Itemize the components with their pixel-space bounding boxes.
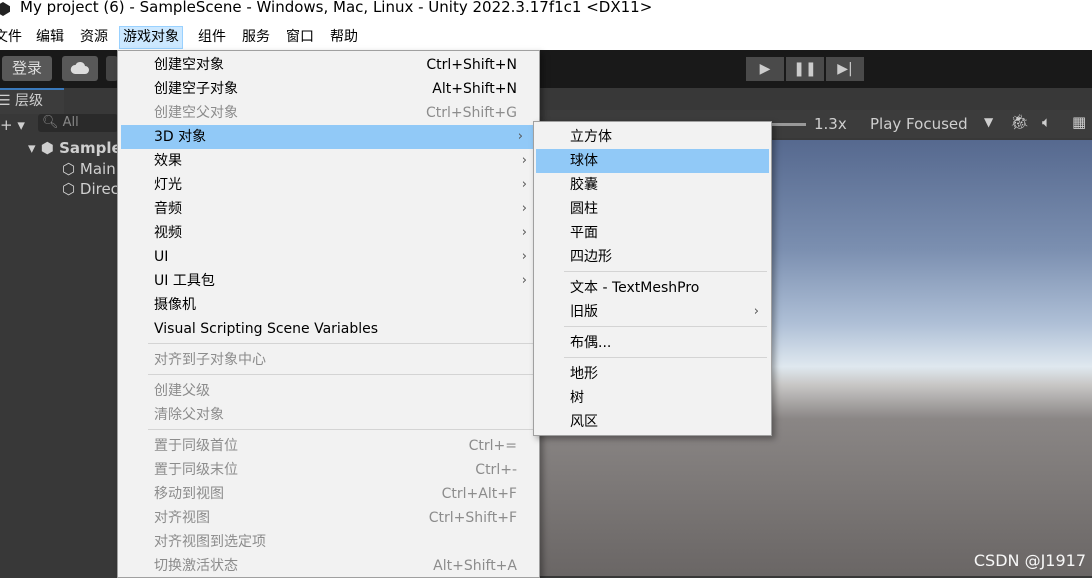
tab-hierarchy[interactable]: ☰ 层级 — [0, 88, 64, 114]
menu-window[interactable]: 窗口 — [286, 27, 314, 48]
menu-assets[interactable]: 资源 — [80, 27, 108, 48]
search-placeholder: All — [62, 115, 79, 130]
menu-separator — [148, 343, 533, 344]
hierarchy-item-label: Main — [79, 160, 116, 178]
chevron-right-icon: › — [517, 129, 523, 144]
menu-item-clear-parent[interactable]: 清除父对象 — [118, 403, 539, 427]
submenu-item-legacy[interactable]: 旧版 › — [534, 300, 771, 324]
submenu-item-capsule[interactable]: 胶囊 — [534, 173, 771, 197]
hierarchy-item-main-camera[interactable]: ⬡ Main — [62, 159, 116, 179]
menu-separator — [564, 271, 767, 272]
menu-separator — [148, 429, 533, 430]
submenu-item-quad[interactable]: 四边形 — [534, 245, 771, 269]
hierarchy-tab-label: 层级 — [15, 93, 44, 109]
hierarchy-item-directional-light[interactable]: ⬡ Direc — [62, 179, 119, 199]
menu-help[interactable]: 帮助 — [330, 27, 358, 48]
chevron-right-icon: › — [521, 153, 527, 168]
menu-item-set-last-sibling[interactable]: 置于同级末位 Ctrl+- — [118, 458, 539, 482]
chevron-right-icon: › — [753, 304, 759, 319]
menu-item-camera[interactable]: 摄像机 — [118, 293, 539, 317]
submenu-item-plane[interactable]: 平面 — [534, 221, 771, 245]
menu-separator — [564, 357, 767, 358]
window-title: My project (6) - SampleScene - Windows, … — [20, 0, 653, 16]
menu-services[interactable]: 服务 — [242, 27, 270, 48]
play-mode-label: Play Focused — [870, 115, 968, 133]
menu-item-audio[interactable]: 音频 › — [118, 197, 539, 221]
expand-arrow-icon: ▾ — [28, 139, 36, 157]
stats-icon[interactable]: ▦ — [1072, 113, 1086, 131]
step-button[interactable]: ▶| — [826, 57, 864, 81]
watermark: CSDN @J1917 — [973, 551, 1086, 570]
speaker-icon[interactable]: 🔈︎ — [1042, 113, 1051, 131]
unity-logo-icon — [0, 2, 10, 16]
scale-value: 1.3x — [814, 115, 847, 133]
add-object-button[interactable]: + ▾ — [0, 115, 25, 135]
menu-item-visual-scripting-scene-variables[interactable]: Visual Scripting Scene Variables — [118, 317, 539, 341]
menu-item-ui[interactable]: UI › — [118, 245, 539, 269]
menu-item-create-empty[interactable]: 创建空对象 Ctrl+Shift+N — [118, 53, 539, 77]
menu-item-align-view-to-selected[interactable]: 对齐视图到选定项 — [118, 530, 539, 554]
menu-item-light[interactable]: 灯光 › — [118, 173, 539, 197]
scale-slider[interactable] — [770, 123, 806, 126]
menu-item-3d-object[interactable]: 3D 对象 › — [121, 125, 535, 149]
unity-scene-icon: ⬢ — [40, 139, 54, 157]
menu-item-create-empty-parent[interactable]: 创建空父对象 Ctrl+Shift+G — [118, 101, 539, 125]
play-button[interactable]: ▶ — [746, 57, 784, 81]
menu-item-align-with-view[interactable]: 对齐视图 Ctrl+Shift+F — [118, 506, 539, 530]
3d-object-submenu: 立方体 球体 胶囊 圆柱 平面 四边形 文本 - TextMeshPro 旧版 ›… — [533, 121, 772, 436]
submenu-item-wind-zone[interactable]: 风区 — [534, 410, 771, 434]
play-mode-dropdown[interactable]: Play Focused ▼ — [866, 112, 1000, 136]
submenu-item-cube[interactable]: 立方体 — [534, 125, 771, 149]
menu-item-ui-toolkit[interactable]: UI 工具包 › — [118, 269, 539, 293]
submenu-item-textmeshpro[interactable]: 文本 - TextMeshPro — [534, 276, 771, 300]
menu-separator — [148, 374, 533, 375]
cloud-button[interactable] — [62, 56, 98, 81]
search-icon: 🔍︎ — [42, 115, 59, 130]
menu-separator — [564, 326, 767, 327]
login-button[interactable]: 登录 — [2, 56, 52, 81]
chevron-right-icon: › — [521, 201, 527, 216]
menu-item-toggle-active-state[interactable]: 切换激活状态 Alt+Shift+A — [118, 554, 539, 578]
gameobject-menu: 创建空对象 Ctrl+Shift+N 创建空子对象 Alt+Shift+N 创建空父… — [117, 50, 540, 578]
submenu-item-terrain[interactable]: 地形 — [534, 362, 771, 386]
submenu-item-cylinder[interactable]: 圆柱 — [534, 197, 771, 221]
pause-button[interactable]: ❚❚ — [786, 57, 824, 81]
chevron-right-icon: › — [521, 177, 527, 192]
submenu-item-sphere[interactable]: 球体 — [536, 149, 769, 173]
hierarchy-item-label: Direc — [79, 180, 119, 198]
menu-item-make-parent[interactable]: 创建父级 — [118, 379, 539, 403]
title-bar: My project (6) - SampleScene - Windows, … — [0, 0, 1092, 24]
menu-file[interactable]: 文件 — [0, 27, 22, 48]
menu-item-video[interactable]: 视频 › — [118, 221, 539, 245]
menu-bar: 文件 编辑 资源 游戏对象 组件 服务 窗口 帮助 — [0, 24, 1092, 50]
gameobject-icon: ⬡ — [62, 180, 76, 198]
gameobject-icon: ⬡ — [62, 160, 76, 178]
chevron-right-icon: › — [521, 249, 527, 264]
chevron-right-icon: › — [521, 225, 527, 240]
submenu-item-ragdoll[interactable]: 布偶... — [534, 331, 771, 355]
menu-item-center-on-children[interactable]: 对齐到子对象中心 — [118, 348, 539, 372]
menu-item-effects[interactable]: 效果 › — [118, 149, 539, 173]
list-icon: ☰ — [0, 93, 11, 109]
menu-component[interactable]: 组件 — [198, 27, 226, 48]
chevron-down-icon: ▼ — [984, 115, 994, 129]
scene-root-row[interactable]: ▾ ⬢ Sample — [28, 138, 122, 158]
menu-item-create-empty-child[interactable]: 创建空子对象 Alt+Shift+N — [118, 77, 539, 101]
hierarchy-search-input[interactable]: 🔍︎ All — [38, 114, 118, 132]
scene-name: Sample — [59, 139, 122, 157]
menu-item-move-to-view[interactable]: 移动到视图 Ctrl+Alt+F — [118, 482, 539, 506]
chevron-right-icon: › — [521, 273, 527, 288]
menu-item-set-first-sibling[interactable]: 置于同级首位 Ctrl+= — [118, 434, 539, 458]
menu-gameobject[interactable]: 游戏对象 — [119, 26, 183, 49]
bug-icon[interactable]: 🐞︎ — [1010, 113, 1029, 131]
menu-edit[interactable]: 编辑 — [36, 27, 64, 48]
cloud-icon — [70, 61, 89, 74]
submenu-item-tree[interactable]: 树 — [534, 386, 771, 410]
